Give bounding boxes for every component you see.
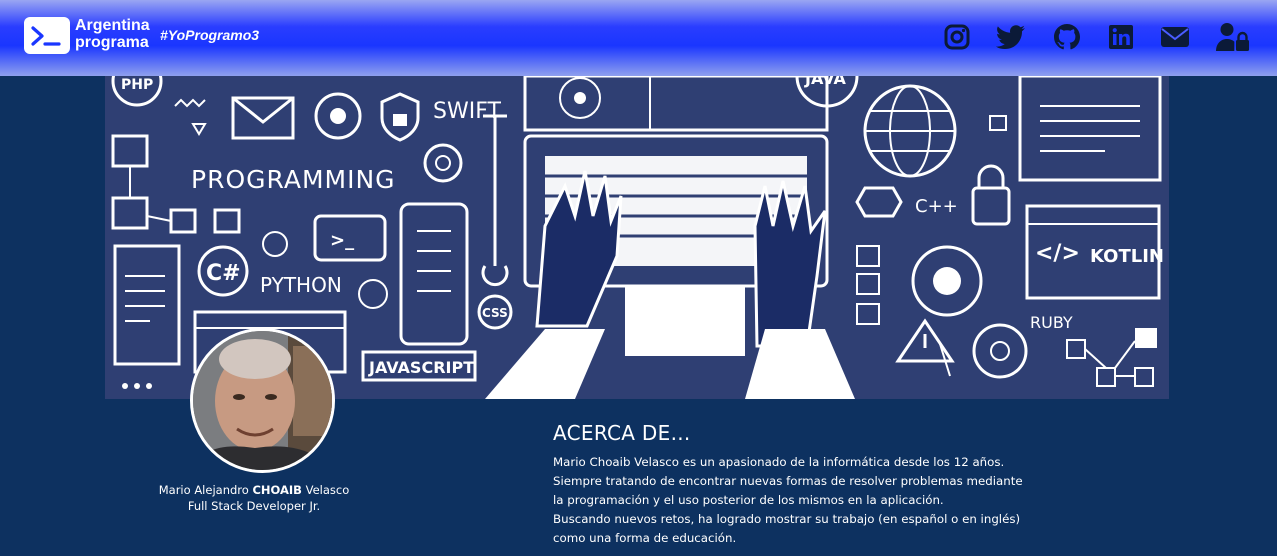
csharp-label: C# [206,261,241,286]
ruby-label: RUBY [1030,313,1073,332]
logo-line1: Argentina [75,17,150,34]
linkedin-icon[interactable] [1103,20,1139,54]
programming-label: PROGRAMMING [191,165,396,194]
about-line: la programación y el uso posterior de lo… [553,493,944,507]
instagram-icon[interactable] [939,20,975,54]
profile-name-bold: CHOAIB [252,483,302,497]
javascript-label: JAVASCRIPT [368,358,474,377]
about-title: ACERCA DE... [553,421,691,445]
kotlin-label: KOTLIN [1090,246,1164,267]
argentina-programa-logo-icon[interactable] [24,17,70,54]
about-line: Siempre tratando de encontrar nuevas for… [553,474,1023,488]
top-navbar: Argentina programa #YoProgramo3 [0,0,1277,76]
hashtag-label: #YoProgramo3 [160,27,260,43]
mail-icon[interactable] [1157,20,1193,54]
logo-line2: programa [75,34,149,51]
about-line: como una forma de educación. [553,531,737,545]
profile-name-last: Velasco [301,483,350,497]
about-text: Mario Choaib Velasco es un apasionado de… [553,453,1053,548]
css-label: CSS [482,306,508,320]
profile-avatar [190,328,335,473]
twitter-icon[interactable] [993,20,1029,54]
profile-name: Mario Alejandro CHOAIB Velasco [130,483,378,497]
python-label: PYTHON [260,273,342,297]
code-label: </> [1035,241,1080,266]
user-lock-icon[interactable] [1215,20,1251,54]
profile-name-first: Mario Alejandro [158,483,253,497]
profile-role: Full Stack Developer Jr. [187,499,321,513]
about-line: Mario Choaib Velasco es un apasionado de… [553,455,1005,469]
php-label: PHP [121,77,153,93]
java-label: JAVA [804,76,847,88]
logo-text[interactable]: Argentina programa [75,17,150,51]
github-icon[interactable] [1049,20,1085,54]
about-line: Buscando nuevos retos, ha logrado mostra… [553,512,1021,526]
cpp-label: C++ [915,196,958,217]
terminal-label: >_ [330,230,354,251]
swift-label: SWIFT [433,99,501,124]
